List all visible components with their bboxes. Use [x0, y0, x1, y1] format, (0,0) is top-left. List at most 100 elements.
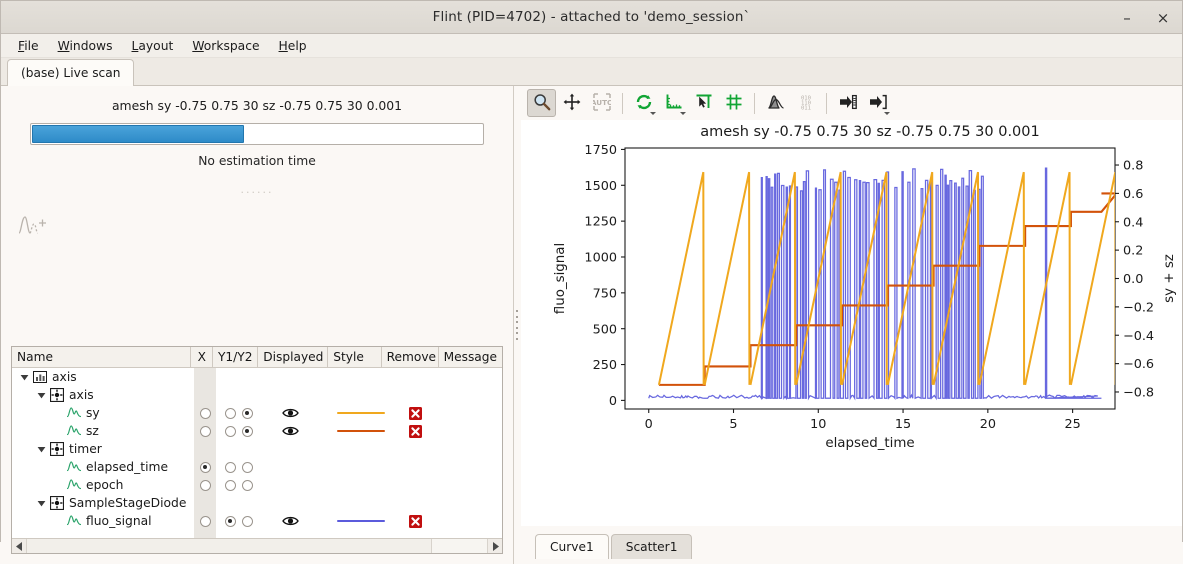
expander-caret-icon[interactable]: [35, 443, 47, 455]
reset-zoom-tool[interactable]: [629, 89, 658, 117]
plot-canvas[interactable]: amesh sy -0.75 0.75 30 sz -0.75 0.75 30 …: [521, 120, 1182, 526]
eye-icon[interactable]: [282, 425, 299, 437]
save-tool[interactable]: [863, 89, 892, 117]
radio-x-fluo_signal[interactable]: [199, 515, 211, 527]
cell-style: [331, 368, 385, 386]
menu-workspace[interactable]: Workspace: [184, 37, 267, 55]
col-header-x[interactable]: X: [191, 347, 214, 367]
radio-y1-sy[interactable]: [224, 407, 236, 419]
export-tool[interactable]: [833, 89, 862, 117]
table-row[interactable]: sy: [12, 404, 502, 422]
radio-y2-epoch[interactable]: [241, 479, 253, 491]
table-row[interactable]: epoch: [12, 476, 502, 494]
eye-icon[interactable]: [282, 515, 299, 527]
tree-horizontal-scrollbar[interactable]: [12, 538, 502, 553]
tree-node-label: axis: [69, 388, 94, 402]
fit-curve-tool[interactable]: [761, 89, 790, 117]
table-row[interactable]: axis: [12, 386, 502, 404]
tree-node-timer[interactable]: timer: [12, 440, 194, 458]
zoom-tool[interactable]: [527, 89, 556, 117]
table-row[interactable]: sz: [12, 422, 502, 440]
tree-node-sy[interactable]: sy: [12, 404, 194, 422]
table-row[interactable]: axis: [12, 368, 502, 386]
col-header-message[interactable]: Message: [439, 347, 502, 367]
minimize-button[interactable]: –: [1118, 9, 1136, 27]
radio-y1-sz[interactable]: [224, 425, 236, 437]
radio-y2-sy[interactable]: [241, 407, 253, 419]
remove-icon[interactable]: [409, 514, 422, 528]
radio-y1-epoch[interactable]: [224, 479, 236, 491]
style-line-swatch[interactable]: [337, 520, 385, 522]
tree-node-fluo_signal[interactable]: fluo_signal: [12, 512, 194, 530]
splitter-grip[interactable]: [516, 310, 518, 340]
tab-live-scan[interactable]: (base) Live scan: [7, 59, 135, 86]
col-header-style[interactable]: Style: [328, 347, 382, 367]
expander-caret-icon[interactable]: [35, 497, 47, 509]
scroll-left-arrow-icon[interactable]: [12, 539, 27, 553]
svg-text:500: 500: [593, 322, 617, 337]
cell-message: [442, 404, 502, 422]
svg-text:amesh sy -0.75 0.75 30 sz -0.7: amesh sy -0.75 0.75 30 sz -0.75 0.75 30 …: [700, 124, 1039, 140]
menu-windows[interactable]: Windows: [50, 37, 121, 55]
radio-y2-elapsed_time[interactable]: [241, 461, 253, 473]
radio-y2-sz[interactable]: [241, 425, 253, 437]
table-row[interactable]: elapsed_time: [12, 458, 502, 476]
close-button[interactable]: ×: [1154, 9, 1172, 27]
col-header-displayed[interactable]: Displayed: [258, 347, 329, 367]
tree-node-axis[interactable]: axis: [12, 368, 194, 386]
crosshair-tool[interactable]: [689, 89, 718, 117]
radio-x-sz[interactable]: [199, 425, 211, 437]
eye-icon[interactable]: [282, 407, 299, 419]
col-header-y1y2[interactable]: Y1/Y2: [213, 347, 259, 367]
cell-remove: [385, 494, 442, 512]
tree-node-axis[interactable]: axis: [12, 386, 194, 404]
expander-caret-icon[interactable]: [18, 371, 30, 383]
tree-node-epoch[interactable]: epoch: [12, 476, 194, 494]
menu-help[interactable]: Help: [271, 37, 315, 55]
cell-y1y2: [216, 440, 261, 458]
scroll-thumb[interactable]: [27, 539, 432, 553]
grid-tool[interactable]: [719, 89, 748, 117]
scroll-track[interactable]: [27, 539, 487, 553]
radio-y1-elapsed_time[interactable]: [224, 461, 236, 473]
raw-data-tool[interactable]: 010 110 011: [791, 89, 820, 117]
tree-node-samplestagediode[interactable]: SampleStageDiode: [12, 494, 194, 512]
chevron-down-icon[interactable]: [650, 112, 656, 115]
tree-node-elapsed_time[interactable]: elapsed_time: [12, 458, 194, 476]
scroll-right-arrow-icon[interactable]: [487, 539, 502, 553]
panel-splitter[interactable]: [513, 86, 521, 564]
style-line-swatch[interactable]: [337, 412, 385, 414]
pan-tool[interactable]: [557, 89, 586, 117]
chevron-down-icon[interactable]: [884, 112, 890, 115]
tab-curve1[interactable]: Curve1: [535, 534, 609, 559]
menu-file[interactable]: File: [10, 37, 47, 55]
auto-scale-tool[interactable]: AUTO: [587, 89, 616, 117]
cell-y1y2: [216, 386, 261, 404]
radio-x-elapsed_time[interactable]: [199, 461, 211, 473]
cell-message: [442, 458, 502, 476]
tab-scatter1[interactable]: Scatter1: [610, 534, 693, 559]
remove-icon[interactable]: [409, 424, 422, 438]
remove-icon[interactable]: [409, 406, 422, 420]
axis-scale-tool[interactable]: [659, 89, 688, 117]
scan-status-panel: amesh sy -0.75 0.75 30 sz -0.75 0.75 30 …: [1, 86, 513, 564]
table-row[interactable]: fluo_signal: [12, 512, 502, 530]
radio-y2-fluo_signal[interactable]: [241, 515, 253, 527]
plot-svg: amesh sy -0.75 0.75 30 sz -0.75 0.75 30 …: [553, 124, 1177, 451]
scan-progress-fill: [32, 125, 244, 143]
table-row[interactable]: timer: [12, 440, 502, 458]
tree-node-sz[interactable]: sz: [12, 422, 194, 440]
radio-x-epoch[interactable]: [199, 479, 211, 491]
col-header-name[interactable]: Name: [12, 347, 192, 367]
expander-caret-icon[interactable]: [35, 389, 47, 401]
radio-y1-fluo_signal[interactable]: [224, 515, 236, 527]
menu-layout[interactable]: Layout: [124, 37, 182, 55]
curve-plot-icon: [17, 211, 47, 237]
radio-x-sy[interactable]: [199, 407, 211, 419]
cell-style: [331, 386, 385, 404]
col-header-remove[interactable]: Remove: [382, 347, 439, 367]
table-row[interactable]: SampleStageDiode: [12, 494, 502, 512]
cell-message: [442, 368, 502, 386]
chevron-down-icon[interactable]: [680, 112, 686, 115]
style-line-swatch[interactable]: [337, 430, 385, 432]
